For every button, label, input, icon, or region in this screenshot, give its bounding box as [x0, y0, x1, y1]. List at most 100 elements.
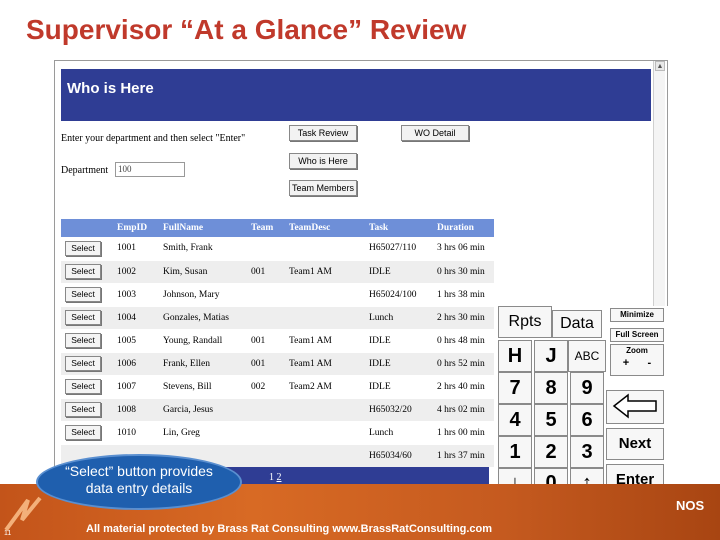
cell-fullname: Kim, Susan	[159, 260, 247, 284]
pager: 1 2	[269, 472, 282, 483]
key-3[interactable]: 3	[570, 436, 604, 468]
cell-empid: 1002	[113, 260, 159, 284]
data-key[interactable]: Data	[552, 310, 602, 338]
table-row: Select 1001 Smith, Frank H65027/110 3 hr…	[61, 237, 494, 261]
cell-duration: 2 hrs 30 min	[433, 306, 494, 330]
cell-task: IDLE	[365, 375, 433, 399]
key-6[interactable]: 6	[570, 404, 604, 436]
backspace-arrow-icon	[612, 393, 657, 419]
cell-task: IDLE	[365, 329, 433, 353]
h-key[interactable]: H	[498, 340, 532, 372]
select-button[interactable]: Select	[65, 240, 101, 256]
department-prompt: Enter your department and then select "E…	[61, 133, 246, 144]
cell-fullname: Lin, Greg	[159, 421, 247, 445]
key-8[interactable]: 8	[534, 372, 568, 404]
touch-keypad: Rpts Data Minimize Full Screen Zoom + - …	[498, 306, 668, 498]
cell-teamdesc: Team1 AM	[285, 329, 365, 353]
cell-task: IDLE	[365, 260, 433, 284]
select-button[interactable]: Select	[65, 333, 101, 348]
cell-team	[247, 398, 285, 422]
next-key[interactable]: Next	[606, 428, 664, 460]
cell-task: IDLE	[365, 352, 433, 376]
cell-task: Lunch	[365, 421, 433, 445]
cell-teamdesc	[285, 237, 365, 261]
cell-teamdesc	[285, 398, 365, 422]
select-button[interactable]: Select	[65, 379, 101, 394]
zoom-out-icon[interactable]: -	[648, 357, 652, 369]
key-1[interactable]: 1	[498, 436, 532, 468]
key-2[interactable]: 2	[534, 436, 568, 468]
column-header-team[interactable]: Team	[247, 219, 285, 237]
slide-number: 11	[4, 530, 12, 537]
zoom-key[interactable]: Zoom + -	[610, 344, 664, 376]
task-review-button[interactable]: Task Review	[289, 125, 357, 141]
cell-team: 002	[247, 375, 285, 399]
select-button[interactable]: Select	[65, 402, 101, 417]
key-7[interactable]: 7	[498, 372, 532, 404]
employee-table: EmpID FullName Team TeamDesc Task Durati…	[61, 219, 494, 468]
key-4[interactable]: 4	[498, 404, 532, 436]
cell-empid: 1001	[113, 237, 159, 261]
cell-duration: 4 hrs 02 min	[433, 398, 494, 422]
select-button[interactable]: Select	[65, 356, 101, 371]
zoom-label: Zoom	[626, 346, 648, 355]
table-header-row: EmpID FullName Team TeamDesc Task Durati…	[61, 219, 494, 237]
column-header-fullname[interactable]: FullName	[159, 219, 247, 237]
department-input[interactable]: 100	[115, 162, 185, 177]
table-row: Select 1008 Garcia, Jesus H65032/20 4 hr…	[61, 398, 494, 422]
column-header-duration[interactable]: Duration	[433, 219, 494, 237]
cell-teamdesc	[285, 283, 365, 307]
cell-teamdesc: Team1 AM	[285, 260, 365, 284]
backspace-key[interactable]	[606, 390, 664, 424]
cell-teamdesc	[285, 444, 365, 468]
select-button[interactable]: Select	[65, 310, 101, 325]
app-header-title: Who is Here	[67, 80, 154, 97]
callout-line-1: “Select” button provides	[65, 463, 213, 479]
wo-detail-button[interactable]: WO Detail	[401, 125, 469, 141]
select-button[interactable]: Select	[65, 264, 101, 279]
j-key[interactable]: J	[534, 340, 568, 372]
cell-duration: 0 hrs 52 min	[433, 352, 494, 376]
column-header-teamdesc[interactable]: TeamDesc	[285, 219, 365, 237]
table-row: Select 1005 Young, Randall 001 Team1 AM …	[61, 329, 494, 353]
cell-fullname: Gonzales, Matias	[159, 306, 247, 330]
cell-duration: 1 hrs 00 min	[433, 421, 494, 445]
cell-fullname: Smith, Frank	[159, 237, 247, 261]
cell-empid: 1005	[113, 329, 159, 353]
cell-empid: 1007	[113, 375, 159, 399]
slide-title: Supervisor “At a Glance” Review	[26, 14, 467, 45]
scroll-up-icon[interactable]: ▲	[655, 61, 665, 71]
team-members-button[interactable]: Team Members	[289, 180, 357, 196]
cell-duration: 1 hrs 38 min	[433, 283, 494, 307]
table-row: Select 1007 Stevens, Bill 002 Team2 AM I…	[61, 375, 494, 399]
page-1-link[interactable]: 1	[269, 472, 274, 483]
cell-empid: 1010	[113, 421, 159, 445]
column-header-select	[61, 219, 113, 237]
column-header-task[interactable]: Task	[365, 219, 433, 237]
cell-team	[247, 444, 285, 468]
cell-empid: 1006	[113, 352, 159, 376]
select-button[interactable]: Select	[65, 425, 101, 440]
minimize-key[interactable]: Minimize	[610, 308, 664, 322]
abc-key[interactable]: ABC	[568, 340, 606, 372]
key-9[interactable]: 9	[570, 372, 604, 404]
table-row: Select 1003 Johnson, Mary H65024/100 1 h…	[61, 283, 494, 307]
full-screen-key[interactable]: Full Screen	[610, 328, 664, 342]
page-2-link[interactable]: 2	[277, 472, 282, 483]
select-button[interactable]: Select	[65, 287, 101, 302]
cell-team	[247, 421, 285, 445]
key-5[interactable]: 5	[534, 404, 568, 436]
cell-team: 001	[247, 260, 285, 284]
rpts-key[interactable]: Rpts	[498, 306, 552, 338]
zoom-in-icon[interactable]: +	[623, 357, 629, 369]
cell-task: H65027/110	[365, 237, 433, 261]
cell-duration: 0 hrs 48 min	[433, 329, 494, 353]
table-row: Select 1004 Gonzales, Matias Lunch 2 hrs…	[61, 306, 494, 330]
who-is-here-button[interactable]: Who is Here	[289, 153, 357, 169]
cell-task: Lunch	[365, 306, 433, 330]
cell-empid: 1004	[113, 306, 159, 330]
cell-teamdesc: Team2 AM	[285, 375, 365, 399]
column-header-empid[interactable]: EmpID	[113, 219, 159, 237]
cell-teamdesc	[285, 306, 365, 330]
cell-team: 001	[247, 352, 285, 376]
